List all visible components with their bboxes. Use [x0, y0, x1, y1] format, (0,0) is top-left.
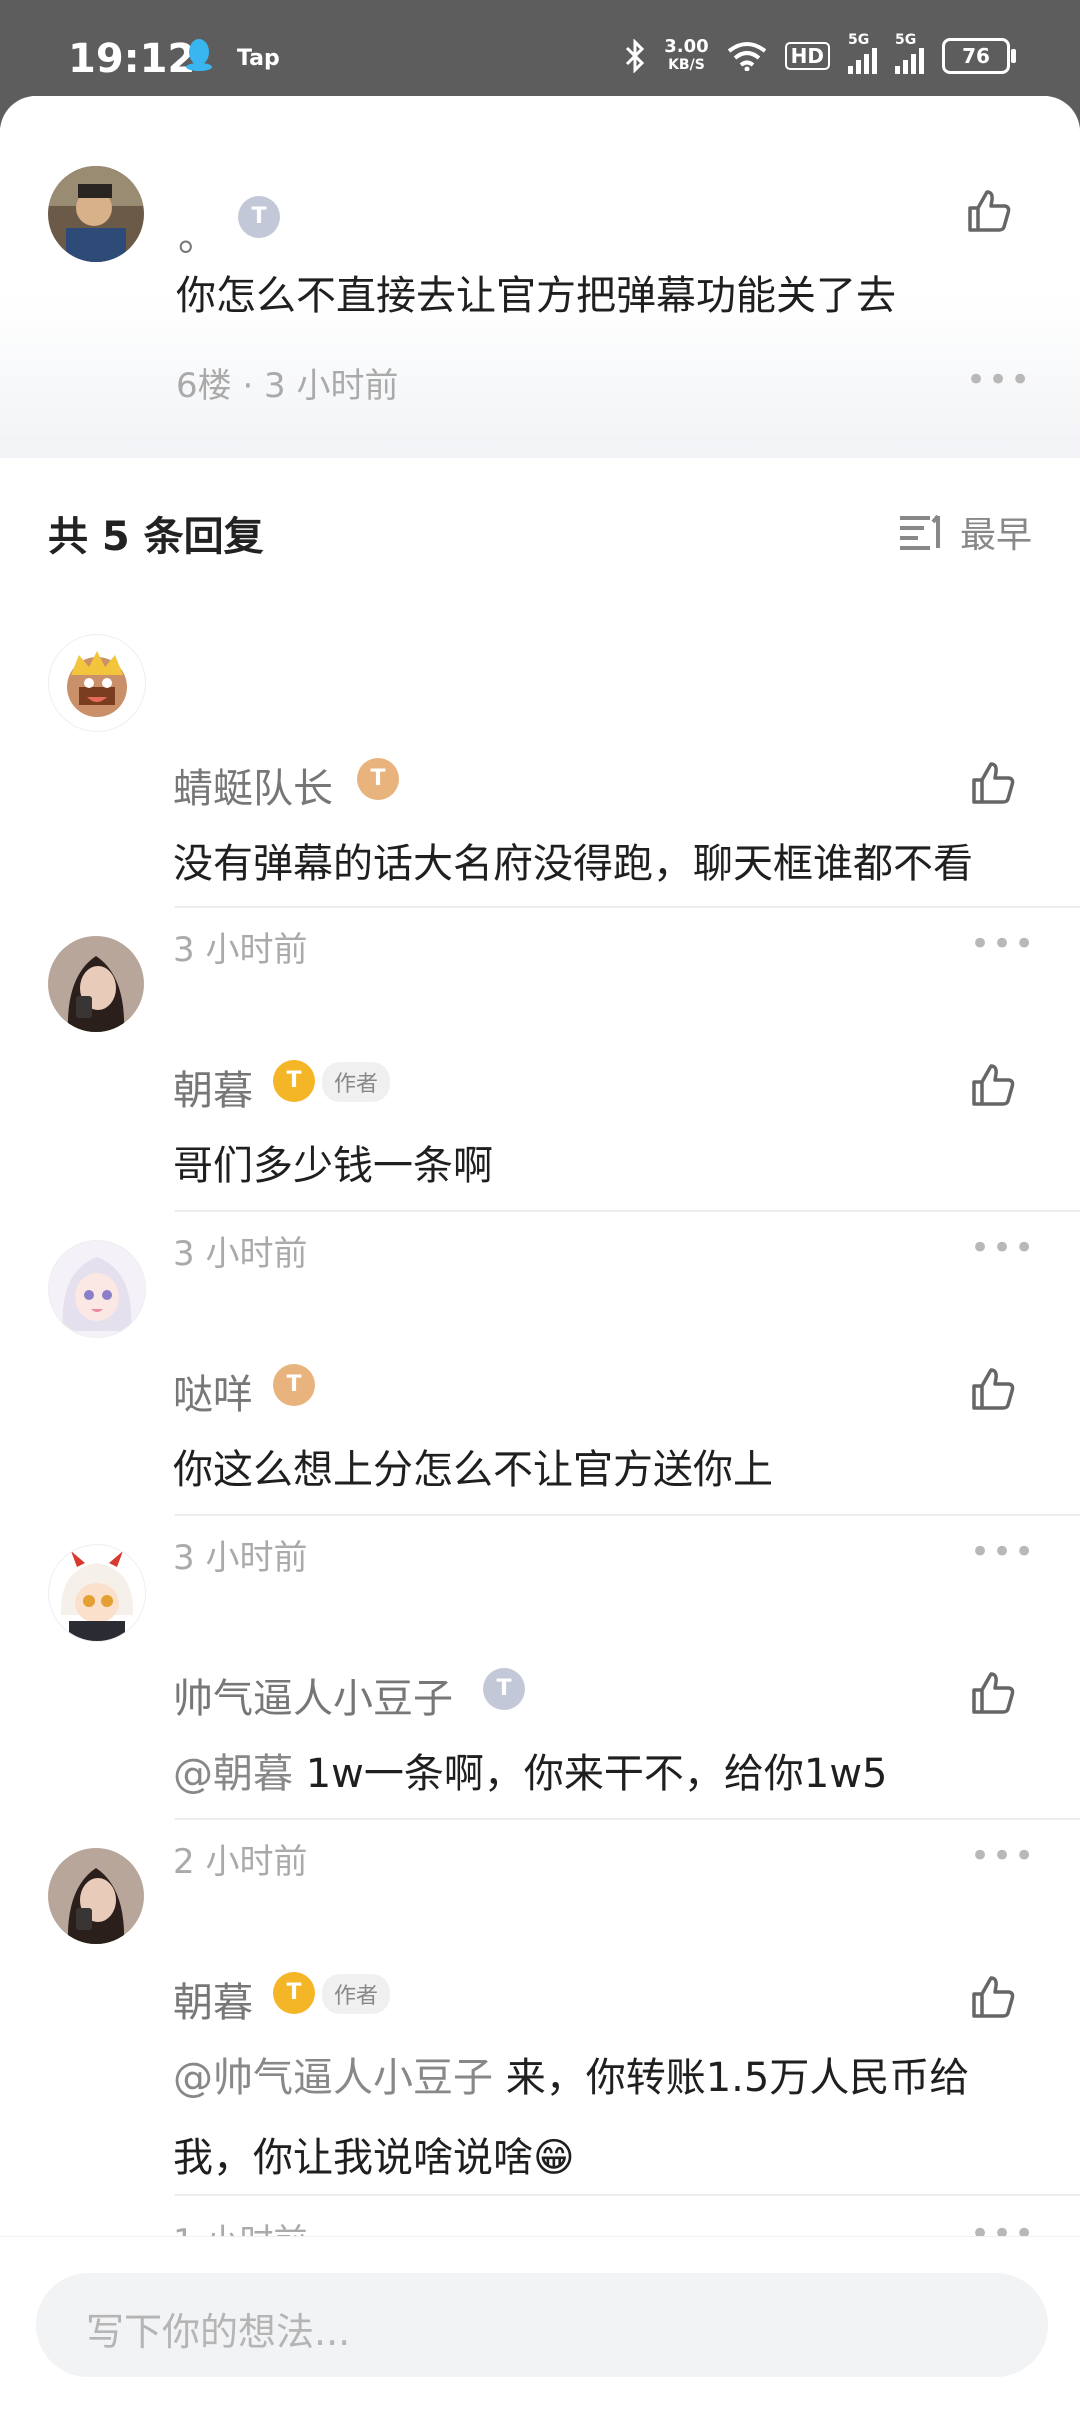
avatar[interactable] — [48, 634, 146, 732]
level-badge: T — [357, 758, 399, 800]
main-comment: 。 T 你怎么不直接去让官方把弹幕功能关了去 6楼 · 3 小时前 ••• — [0, 96, 1080, 458]
battery-icon: 76 — [942, 38, 1016, 74]
comment-sheet: 。 T 你怎么不直接去让官方把弹幕功能关了去 6楼 · 3 小时前 ••• 共 … — [0, 96, 1080, 2412]
status-bar: 19:12 Tap 3.00 KB/S HD 5G 5G 76 — [0, 0, 1080, 100]
sort-button[interactable]: 最早 — [899, 506, 1032, 558]
replies-count-header: 共 5 条回复 — [48, 514, 264, 560]
author-tag: 作者 — [322, 1974, 391, 2014]
mention-link[interactable]: @帅气逼人小豆子 — [173, 2055, 493, 2101]
author-tag: 作者 — [322, 1062, 391, 1102]
avatar[interactable] — [48, 166, 144, 262]
sort-icon — [899, 514, 940, 550]
comment-text: 你怎么不直接去让官方把弹幕功能关了去 — [176, 273, 896, 319]
comment-input[interactable]: 写下你的想法... — [36, 2273, 1048, 2377]
reply-time: 3 小时前 — [173, 1234, 308, 1274]
level-badge: T — [238, 196, 280, 238]
username[interactable]: 朝暮 — [173, 1970, 253, 2028]
like-icon[interactable] — [968, 1060, 1018, 1110]
more-options-icon[interactable]: ••• — [970, 924, 1036, 964]
hd-icon: HD — [784, 42, 830, 70]
username[interactable]: 帅气逼人小豆子 — [173, 1666, 453, 1724]
divider — [175, 1514, 1080, 1516]
avatar[interactable] — [48, 936, 144, 1032]
sort-label: 最早 — [959, 515, 1032, 556]
comment-input-bar: 写下你的想法... — [0, 2236, 1080, 2412]
reply-text: 你这么想上分怎么不让官方送你上 — [173, 1447, 773, 1493]
comment-meta: 6楼 · 3 小时前 — [176, 366, 399, 406]
more-options-icon[interactable]: ••• — [970, 1836, 1036, 1876]
bluetooth-icon — [626, 39, 645, 73]
more-options-icon[interactable]: ••• — [970, 1228, 1036, 1268]
signal-icon-1: 5G — [848, 32, 877, 74]
reply-time: 2 小时前 — [173, 1842, 308, 1882]
reply-text: 没有弹幕的话大名府没得跑，聊天框谁都不看 — [173, 841, 973, 887]
avatar[interactable] — [48, 1848, 144, 1944]
wifi-icon — [727, 42, 766, 71]
level-badge: T — [273, 1364, 315, 1406]
reply-text: @朝暮 1w一条啊，你来干不，给你1w5 — [173, 1751, 888, 1797]
divider — [175, 1210, 1080, 1212]
mention-link[interactable]: @朝暮 — [173, 1751, 293, 1797]
network-speed: 3.00 KB/S — [664, 36, 709, 74]
divider — [175, 906, 1080, 908]
signal-icon-2: 5G — [895, 32, 924, 74]
divider — [175, 2194, 1080, 2196]
reply-text: @帅气逼人小豆子 来，你转账1.5万人民币给 我，你让我说啥说啥😁 — [173, 2055, 970, 2181]
like-icon[interactable] — [968, 1364, 1018, 1414]
level-badge: T — [273, 1060, 315, 1102]
level-badge: T — [483, 1668, 525, 1710]
divider — [175, 1818, 1080, 1820]
input-placeholder: 写下你的想法... — [86, 2310, 351, 2354]
reply-time: 3 小时前 — [173, 930, 308, 970]
more-options-icon[interactable]: ••• — [970, 1532, 1036, 1572]
qq-icon — [186, 39, 212, 71]
tap-app-label: Tap — [237, 46, 280, 71]
reply-time: 3 小时前 — [173, 1538, 308, 1578]
more-options-icon[interactable]: ••• — [966, 360, 1032, 400]
username[interactable]: 哒咩 — [173, 1362, 253, 1420]
like-icon[interactable] — [968, 758, 1018, 808]
like-icon[interactable] — [964, 186, 1014, 236]
username[interactable]: 。 — [178, 204, 218, 262]
username[interactable]: 蜻蜓队长 — [173, 756, 333, 814]
avatar[interactable] — [48, 1240, 146, 1338]
status-time: 19:12 — [68, 36, 196, 82]
level-badge: T — [273, 1972, 315, 2014]
username[interactable]: 朝暮 — [173, 1058, 253, 1116]
like-icon[interactable] — [968, 1972, 1018, 2022]
like-icon[interactable] — [968, 1668, 1018, 1718]
reply-text: 哥们多少钱一条啊 — [173, 1143, 493, 1189]
avatar[interactable] — [48, 1544, 146, 1642]
